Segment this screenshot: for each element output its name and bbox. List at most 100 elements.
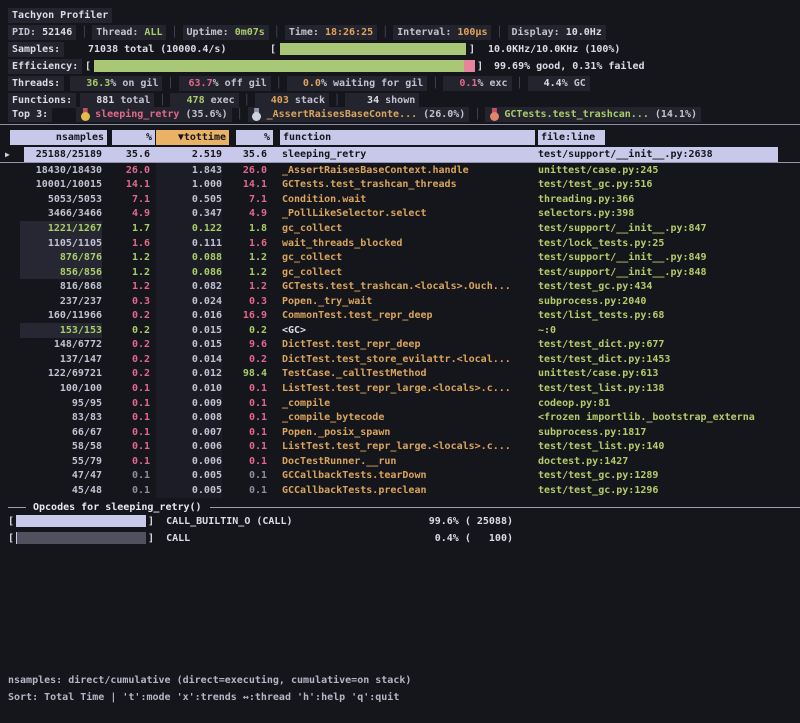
table-row[interactable]: 856/856 1.2 0.086 1.2 gc_collect test/su… — [0, 265, 800, 280]
threads-metrics: 36.3% on gil│ 63.7% off gil│ 0.0% waitin… — [70, 76, 590, 91]
table-row[interactable]: 100/100 0.1 0.010 0.1 ListTest.test_repr… — [0, 381, 800, 396]
cell-tottime: 0.505 — [156, 192, 222, 207]
column-header-cumulative-percent[interactable]: % — [236, 130, 273, 145]
bar-close-bracket: ] — [148, 516, 154, 527]
separator: │ — [276, 78, 282, 89]
table-row[interactable]: 47/47 0.1 0.005 0.1 GCCallbackTests.tear… — [0, 468, 800, 483]
cell-nsamples: 876/876 — [20, 250, 102, 265]
table-row[interactable]: 148/6772 0.2 0.015 9.6 DictTest.test_rep… — [0, 338, 800, 353]
cell-file-line: test/test_gc.py:1296 — [538, 483, 800, 498]
status-info-value: 18:26:25 — [325, 27, 373, 38]
cell-tottime: 1.000 — [156, 178, 222, 193]
cell-nsamples: 122/69721 — [20, 367, 102, 382]
table-row[interactable]: 3466/3466 4.9 0.347 4.9 _PollLikeSelecto… — [0, 207, 800, 222]
status-info-item: Display: 10.0Hz — [508, 25, 606, 40]
table-row[interactable]: 1221/1267 1.7 0.122 1.8 gc_collect test/… — [0, 221, 800, 236]
column-header-nsamples[interactable]: nsamples — [10, 130, 107, 145]
status-info-item: PID: 52146 — [8, 25, 76, 40]
metric-suffix: stack — [289, 95, 325, 106]
opcode-row: []CALL_BUILTIN_O (CALL)99.6% ( 25088) — [8, 514, 800, 528]
table-row[interactable]: 18430/18430 26.0 1.843 26.0 _AssertRaise… — [0, 163, 800, 178]
top3-function-name: _AssertRaisesBaseConte... — [267, 109, 418, 120]
cell-nsamples: 856/856 — [20, 265, 102, 280]
metric-suffix: % GC — [562, 78, 586, 89]
cell-file-line: selectors.py:398 — [538, 207, 800, 222]
cell-file-line: doctest.py:1427 — [538, 454, 800, 469]
table-row[interactable]: 45/48 0.1 0.005 0.1 GCCallbackTests.prec… — [0, 483, 800, 498]
table-row[interactable]: 137/147 0.2 0.014 0.2 DictTest.test_stor… — [0, 352, 800, 367]
top3-row: Top 3: sleeping_retry (35.6%)│_AssertRai… — [8, 107, 800, 122]
separator: │ — [382, 27, 388, 38]
cell-nsamples: 100/100 — [20, 381, 102, 396]
column-header-direct-percent[interactable]: % — [112, 130, 155, 145]
separator: │ — [237, 109, 243, 120]
cell-function: _compile_bytecode — [282, 410, 534, 425]
top3-percent: (14.1%) — [649, 109, 697, 120]
opcode-stats: 99.6% ( 25088) — [398, 516, 513, 527]
table-row[interactable]: 153/153 0.2 0.015 0.2 <GC> ~:0 — [0, 323, 800, 338]
separator: │ — [244, 95, 250, 106]
cell-direct-percent: 4.9 — [106, 207, 150, 222]
cell-function: Popen._posix_spawn — [282, 425, 534, 440]
table-row[interactable]: 66/67 0.1 0.007 0.1 Popen._posix_spawn s… — [0, 425, 800, 440]
metric-value: 63.7 — [183, 78, 213, 89]
opcode-bar-fill — [16, 532, 17, 544]
cell-nsamples: 148/6772 — [20, 338, 102, 353]
threads-row: Threads: 36.3% on gil│ 63.7% off gil│ 0.… — [8, 76, 800, 91]
cell-direct-percent: 0.2 — [106, 367, 150, 382]
column-header-file-line[interactable]: file:line — [538, 130, 605, 145]
cell-direct-percent: 1.2 — [106, 279, 150, 294]
cell-nsamples: 1221/1267 — [20, 221, 102, 236]
top3-item: sleeping_retry (35.6%) — [76, 107, 231, 122]
metric-item: 63.7% off gil — [179, 76, 271, 91]
table-row[interactable]: 122/69721 0.2 0.012 98.4 TestCase._callT… — [0, 367, 800, 382]
table-row[interactable]: 876/876 1.2 0.088 1.2 gc_collect test/su… — [0, 250, 800, 265]
cell-function: DocTestRunner.__run — [282, 454, 534, 469]
cell-nsamples: 137/147 — [20, 352, 102, 367]
cell-nsamples: 47/47 — [20, 468, 102, 483]
separator-dash — [8, 507, 26, 508]
cell-cumulative-percent: 35.6 — [225, 147, 267, 162]
table-header: nsamples % ▼tottime % function file:line — [0, 130, 800, 145]
opcode-name: CALL — [166, 533, 190, 544]
table-row[interactable]: 237/237 0.3 0.024 0.3 Popen._try_wait su… — [0, 294, 800, 309]
metric-item: 0.1% exc — [443, 76, 511, 91]
cell-direct-percent: 1.7 — [106, 221, 150, 236]
table-row[interactable]: 816/868 1.2 0.082 1.2 GCTests.test_trash… — [0, 279, 800, 294]
cell-tottime: 0.005 — [156, 483, 222, 498]
table-row[interactable]: 58/58 0.1 0.006 0.1 ListTest.test_repr_l… — [0, 439, 800, 454]
table-row[interactable]: 95/95 0.1 0.009 0.1 _compile codeop.py:8… — [0, 396, 800, 411]
cell-function: _compile — [282, 396, 534, 411]
table-row[interactable]: 55/79 0.1 0.006 0.1 DocTestRunner.__run … — [0, 454, 800, 469]
cell-function: GCTests.test_trashcan_threads — [282, 178, 534, 193]
cell-tottime: 0.008 — [156, 410, 222, 425]
column-header-function[interactable]: function — [280, 130, 535, 145]
cell-function: DictTest.test_store_evilattr.<local... — [282, 352, 534, 367]
cell-cumulative-percent: 1.2 — [225, 265, 267, 280]
cell-direct-percent: 0.1 — [106, 468, 150, 483]
cell-nsamples: 160/11966 — [20, 308, 102, 323]
separator: │ — [81, 27, 87, 38]
metric-value: 478 — [174, 95, 204, 106]
column-header-tottime-sorted[interactable]: ▼tottime — [156, 130, 229, 145]
cell-direct-percent: 35.6 — [106, 147, 150, 162]
cell-tottime: 0.122 — [156, 221, 222, 236]
table-row[interactable]: 10001/10015 14.1 1.000 14.1 GCTests.test… — [0, 178, 800, 193]
cell-file-line: test/test_dict.py:1453 — [538, 352, 800, 367]
top3-list: sleeping_retry (35.6%) │ _AssertRaisesBase… — [76, 107, 701, 122]
samples-row: Samples: 71038 total (10000.4/s) [ ] 10.… — [8, 42, 800, 57]
cell-direct-percent: 26.0 — [106, 163, 150, 178]
table-row[interactable]: ▶ 25188/25189 35.6 2.519 35.6 sleeping_r… — [0, 147, 800, 163]
table-row[interactable]: 5053/5053 7.1 0.505 7.1 Condition.wait t… — [0, 192, 800, 207]
table-row[interactable]: 1105/1105 1.6 0.111 1.6 wait_threads_blo… — [0, 236, 800, 251]
cell-cumulative-percent: 0.1 — [225, 425, 267, 440]
cell-cumulative-percent: 1.8 — [225, 221, 267, 236]
table-row[interactable]: 83/83 0.1 0.008 0.1 _compile_bytecode <f… — [0, 410, 800, 425]
table-row[interactable]: 160/11966 0.2 0.016 16.9 CommonTest.test… — [0, 308, 800, 323]
cell-tottime: 0.024 — [156, 294, 222, 309]
cell-function: Condition.wait — [282, 192, 534, 207]
status-info-item: Thread: ALL — [92, 25, 166, 40]
metric-item: 478 exec — [170, 93, 238, 108]
cell-file-line: test/support/__init__.py:848 — [538, 265, 800, 280]
metric-suffix: shown — [379, 95, 415, 106]
